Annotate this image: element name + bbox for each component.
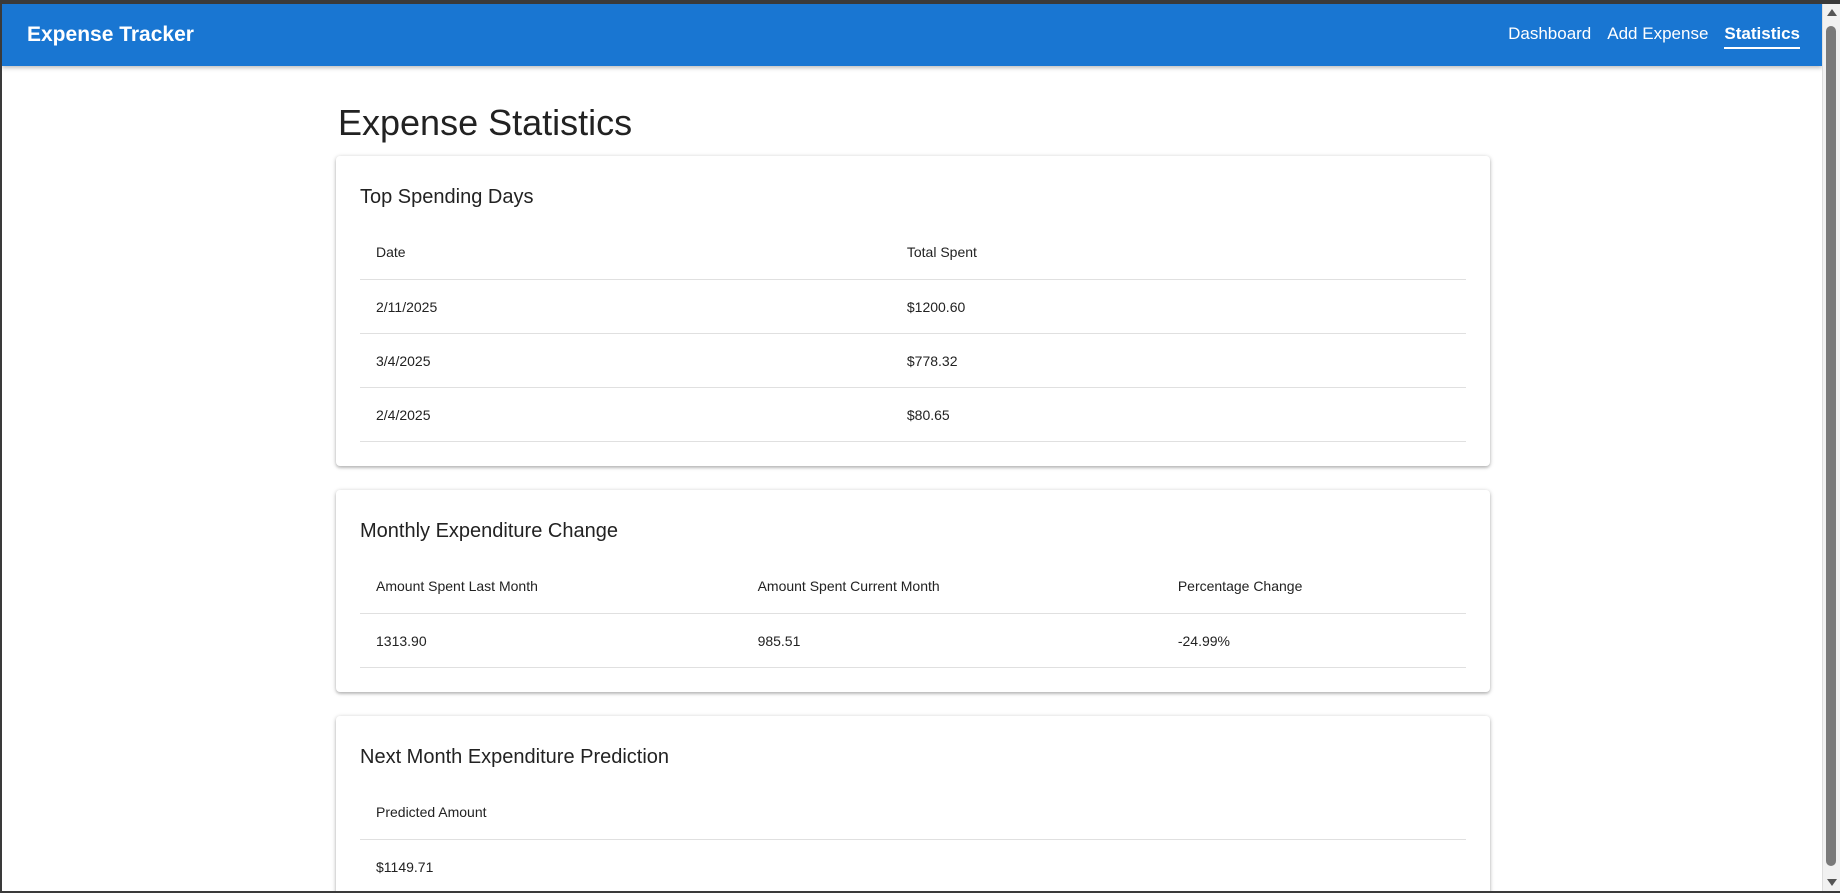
nav-dashboard[interactable]: Dashboard: [1508, 24, 1591, 49]
table-row: 1313.90 985.51 -24.99%: [360, 613, 1466, 668]
column-header-percentage-change: Percentage Change: [1161, 559, 1466, 614]
top-spending-card: Top Spending Days Date Total Spent 2/11/…: [336, 156, 1490, 466]
cell-last-month: 1313.90: [360, 613, 742, 668]
scroll-up-arrow-icon[interactable]: [1827, 9, 1837, 16]
nav-add-expense[interactable]: Add Expense: [1607, 24, 1708, 49]
cell-total-spent: $80.65: [890, 387, 1466, 442]
nav-statistics[interactable]: Statistics: [1724, 24, 1800, 49]
vertical-scrollbar[interactable]: [1822, 4, 1840, 891]
table-row: 2/4/2025 $80.65: [360, 387, 1466, 442]
page-title: Expense Statistics: [338, 102, 633, 143]
monthly-change-table: Amount Spent Last Month Amount Spent Cur…: [360, 559, 1466, 668]
cell-total-spent: $1200.60: [890, 279, 1466, 334]
top-spending-table: Date Total Spent 2/11/2025 $1200.60 3/4/…: [360, 225, 1466, 442]
top-spending-title: Top Spending Days: [360, 186, 534, 208]
column-header-predicted-amount: Predicted Amount: [360, 785, 1466, 840]
cell-date: 3/4/2025: [360, 333, 891, 388]
column-header-current-month: Amount Spent Current Month: [741, 559, 1162, 614]
table-header-row: Predicted Amount: [360, 785, 1466, 840]
cell-date: 2/11/2025: [360, 279, 891, 334]
column-header-date: Date: [360, 225, 891, 280]
browser-viewport: Expense Tracker Dashboard Add Expense St…: [0, 0, 1840, 893]
monthly-change-card: Monthly Expenditure Change Amount Spent …: [336, 490, 1490, 692]
column-header-total-spent: Total Spent: [890, 225, 1466, 280]
app-title: Expense Tracker: [27, 23, 194, 46]
main-content: Expense Statistics Top Spending Days Dat…: [336, 66, 1490, 891]
cell-percentage-change: -24.99%: [1161, 613, 1466, 668]
table-row: 3/4/2025 $778.32: [360, 333, 1466, 388]
app-bar: Expense Tracker Dashboard Add Expense St…: [2, 4, 1822, 66]
table-row: $1149.71: [360, 839, 1466, 891]
cell-predicted-amount: $1149.71: [360, 839, 1466, 891]
cell-current-month: 985.51: [741, 613, 1162, 668]
table-header-row: Date Total Spent: [360, 225, 1466, 280]
column-header-last-month: Amount Spent Last Month: [360, 559, 742, 614]
scrollbar-thumb[interactable]: [1826, 26, 1836, 866]
prediction-table: Predicted Amount $1149.71: [360, 785, 1466, 891]
table-header-row: Amount Spent Last Month Amount Spent Cur…: [360, 559, 1466, 614]
scroll-down-arrow-icon[interactable]: [1827, 879, 1837, 886]
table-row: 2/11/2025 $1200.60: [360, 279, 1466, 334]
cell-date: 2/4/2025: [360, 387, 891, 442]
prediction-title: Next Month Expenditure Prediction: [360, 746, 670, 768]
cell-total-spent: $778.32: [890, 333, 1466, 388]
monthly-change-title: Monthly Expenditure Change: [360, 520, 618, 542]
prediction-card: Next Month Expenditure Prediction Predic…: [336, 716, 1490, 891]
top-nav: Dashboard Add Expense Statistics: [1508, 24, 1800, 49]
